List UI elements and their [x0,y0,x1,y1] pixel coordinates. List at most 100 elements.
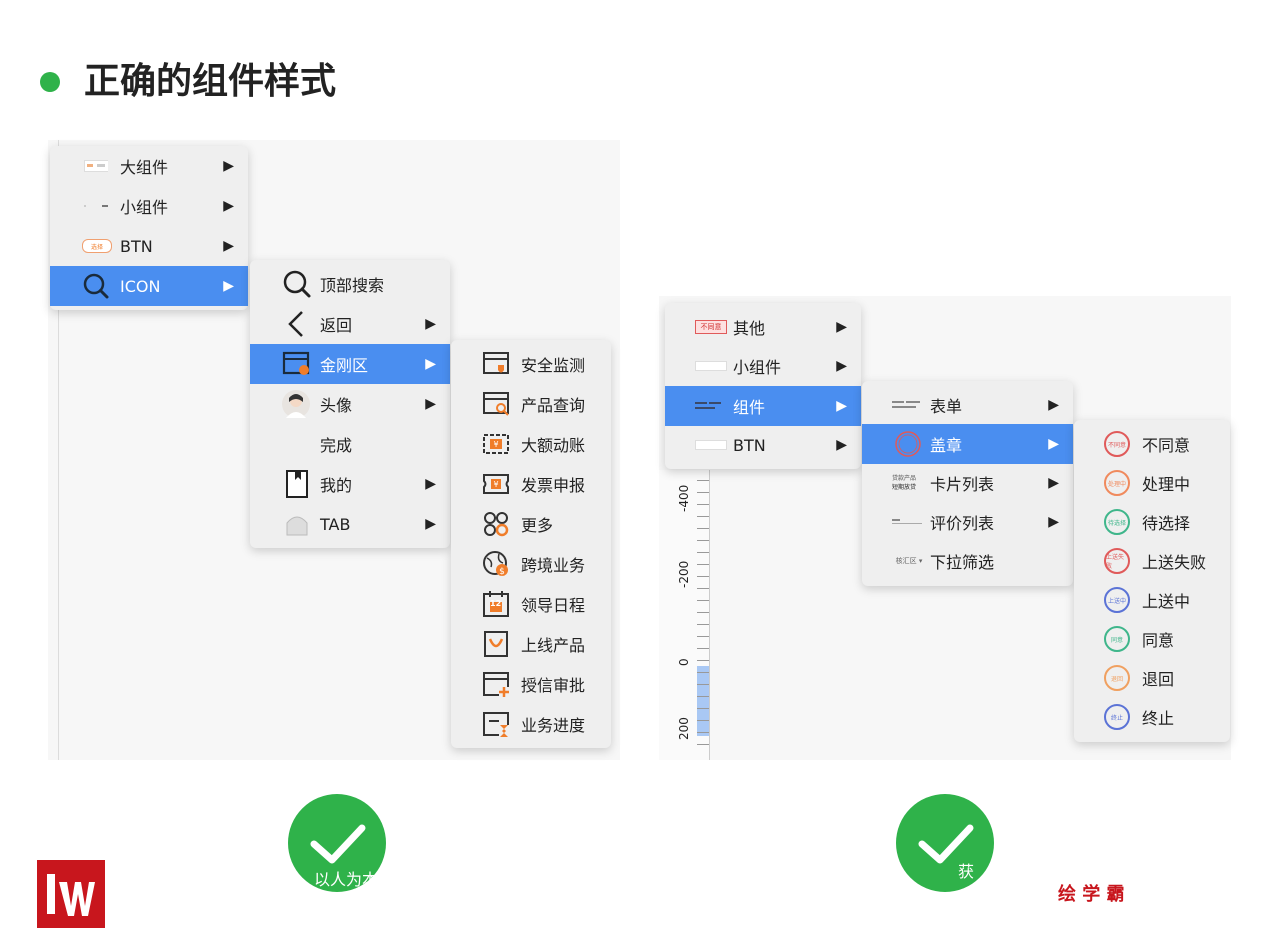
menu-item-back[interactable]: 返回 ▶ [250,304,450,344]
menu-item-component[interactable]: 组件 ▶ [665,386,861,426]
submenu-arrow-icon: ▶ [223,158,234,174]
menu-item-top-search[interactable]: 顶部搜索 [250,264,450,304]
submenu-arrow-icon: ▶ [425,516,436,532]
menu-item-label: 退回 [1142,670,1175,689]
menu-item-review-list[interactable]: 评价列表 ▶ [862,502,1073,542]
menu-item-btn[interactable]: BTN ▶ [665,425,861,465]
processing-stamp-icon: 处理中 [1104,470,1130,496]
menu-item-label: 我的 [320,476,353,495]
page-title: 正确的组件样式 [84,61,337,102]
menu-item-stamp-disagree[interactable]: 不同意 不同意 [1074,424,1230,464]
submenu-arrow-icon: ▶ [836,398,847,414]
menu-item-done[interactable]: 完成 [250,424,450,464]
menu-item-label: 返回 [320,316,353,335]
more-icon [481,509,511,539]
menu-item-tab[interactable]: TAB ▶ [250,504,450,544]
ruler-highlight [697,666,709,736]
menu-item-label: 上线产品 [521,636,586,655]
bookmark-icon [284,469,310,499]
cross-border-icon: $ [481,549,511,579]
menu-item-other[interactable]: 不同意 其他 ▶ [665,307,861,347]
invoice-icon: ¥ [481,469,511,499]
menu-item-label: 终止 [1142,709,1175,728]
menu-item-label: 金刚区 [320,356,369,375]
online-product-icon [481,629,511,659]
menu-item-label: 小组件 [733,358,782,377]
menu-item-stamp[interactable]: 盖章 ▶ [862,424,1073,464]
menu-item-label: 跨境业务 [521,556,586,575]
svg-text:¥: ¥ [493,440,498,449]
submenu-arrow-icon: ▶ [223,278,234,294]
menu-item-form[interactable]: 表单 ▶ [862,385,1073,425]
security-monitor-icon [481,349,511,379]
menu-item-label: 不同意 [1142,436,1191,455]
menu-item-security-monitor[interactable]: 安全监测 [451,344,611,384]
card-list-thumb-line-1: 贷款产品 [892,475,917,482]
menu-item-label: 发票申报 [521,476,586,495]
menu-item-king-kong-area[interactable]: 金刚区 ▶ [250,344,450,384]
menu-item-label: 头像 [320,396,353,415]
form-thumb [892,398,922,412]
calendar-badge: 12 [490,599,502,608]
left-menu-level1: 大组件 ▶ 小组件 ▶ 选择 BTN ▶ ICON ▶ [50,146,248,310]
large-transfer-icon: ¥ [481,429,511,459]
menu-item-large-transfer[interactable]: ¥ 大额动账 [451,424,611,464]
submenu-arrow-icon: ▶ [425,356,436,372]
menu-item-large-component[interactable]: 大组件 ▶ [50,146,248,186]
menu-item-stamp-processing[interactable]: 处理中 处理中 [1074,463,1230,503]
menu-item-online-product[interactable]: 上线产品 [451,624,611,664]
menu-item-calendar[interactable]: 12 领导日程 [451,584,611,624]
disagree-tag-thumb: 不同意 [695,320,727,334]
pending-stamp-icon: 待选择 [1104,509,1130,535]
menu-item-btn[interactable]: 选择 BTN ▶ [50,226,248,266]
menu-item-more[interactable]: 更多 [451,504,611,544]
menu-item-label: 完成 [320,436,353,455]
menu-item-card-list[interactable]: 贷款产品 短期放贷 卡片列表 ▶ [862,463,1073,503]
menu-item-credit-approval[interactable]: 授信审批 [451,664,611,704]
button-thumb [695,440,727,450]
menu-item-product-search[interactable]: 产品查询 [451,384,611,424]
back-chevron-icon [286,309,306,339]
menu-item-label: 其他 [733,319,766,338]
menu-item-stamp-returned[interactable]: 退回 退回 [1074,658,1230,698]
menu-item-icon[interactable]: ICON ▶ [50,266,248,306]
submenu-arrow-icon: ▶ [1048,397,1059,413]
menu-item-label: 同意 [1142,631,1175,650]
returned-stamp-icon: 退回 [1104,665,1130,691]
menu-item-label: 组件 [733,398,766,417]
submenu-arrow-icon: ▶ [1048,475,1059,491]
search-icon [282,269,312,299]
submenu-arrow-icon: ▶ [1048,514,1059,530]
menu-item-stamp-upload-failed[interactable]: 上送失败 上送失败 [1074,541,1230,581]
menu-item-dropdown-filter[interactable]: 核汇区 ▾ 下拉筛选 [862,541,1073,581]
menu-item-label: 下拉筛选 [930,553,995,572]
menu-item-small-component[interactable]: 小组件 ▶ [50,186,248,226]
menu-item-label: TAB [320,514,351,534]
submenu-arrow-icon: ▶ [836,319,847,335]
small-component-thumb [695,361,727,371]
submenu-arrow-icon: ▶ [425,476,436,492]
menu-item-business-progress[interactable]: 业务进度 [451,704,611,744]
dropdown-thumb: 核汇区 ▾ [895,557,923,565]
right-menu-level2: 表单 ▶ 盖章 ▶ 贷款产品 短期放贷 卡片列表 ▶ 评价列表 ▶ 核汇区 ▾ … [862,381,1073,586]
menu-item-cross-border[interactable]: $ 跨境业务 [451,544,611,584]
avatar-icon [282,390,310,418]
menu-item-stamp-uploading[interactable]: 上送中 上送中 [1074,580,1230,620]
menu-item-invoice[interactable]: ¥ 发票申报 [451,464,611,504]
menu-item-avatar[interactable]: 头像 ▶ [250,384,450,424]
menu-item-label: ICON [120,276,161,296]
stamp-thumb [894,430,922,458]
ruler-label: -200 [677,560,691,588]
submenu-arrow-icon: ▶ [836,437,847,453]
menu-item-label: 评价列表 [930,514,995,533]
ruler-label: -400 [677,484,691,512]
svg-text:$: $ [499,567,505,577]
menu-item-label: 小组件 [120,198,169,217]
menu-item-small-component[interactable]: 小组件 ▶ [665,346,861,386]
menu-item-label: 待选择 [1142,514,1191,533]
menu-item-stamp-agree[interactable]: 同意 同意 [1074,619,1230,659]
menu-item-stamp-pending[interactable]: 待选择 待选择 [1074,502,1230,542]
menu-item-stamp-terminated[interactable]: 终止 终止 [1074,697,1230,737]
menu-item-mine[interactable]: 我的 ▶ [250,464,450,504]
menu-item-label: 产品查询 [521,396,586,415]
